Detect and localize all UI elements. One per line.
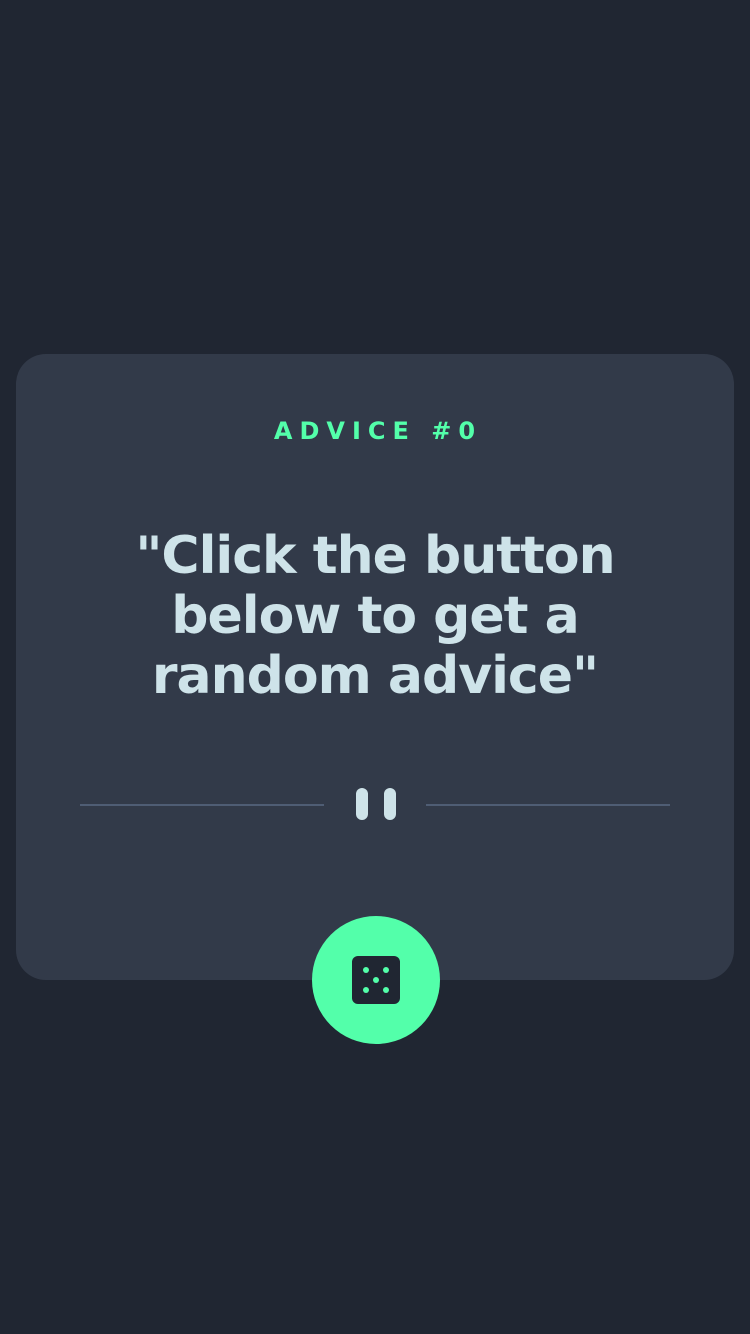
pause-bar-right (384, 788, 396, 820)
divider-line-left (80, 804, 324, 806)
pause-bar-left (356, 788, 368, 820)
pause-icon (356, 788, 396, 820)
app-screen: ADVICE #0 "Click the button below to get… (0, 0, 750, 1334)
divider-line-right (426, 804, 670, 806)
dice-icon (352, 956, 400, 1004)
dice-button[interactable] (312, 916, 440, 1044)
divider (80, 786, 670, 822)
advice-id-label: ADVICE #0 (273, 417, 483, 445)
advice-quote: "Click the button below to get a random … (135, 526, 615, 706)
